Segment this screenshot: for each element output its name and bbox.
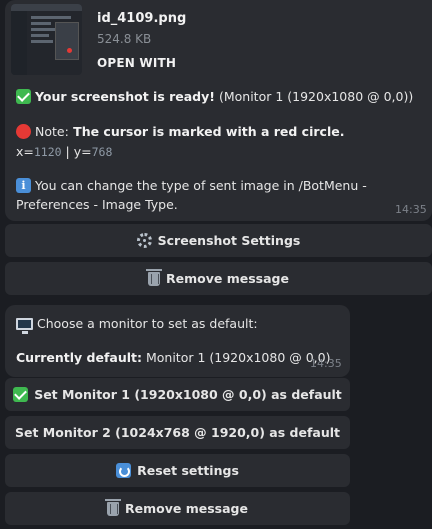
set-monitor-1-button[interactable]: Set Monitor 1 (1920x1080 @ 0,0) as defau… bbox=[5, 378, 350, 411]
monitor-icon bbox=[16, 318, 33, 334]
remove-message-button[interactable]: Remove message bbox=[5, 262, 432, 295]
choose-monitor-text: Choose a monitor to set as default: bbox=[37, 316, 258, 331]
check-mark-icon bbox=[16, 89, 31, 104]
current-default-label: Currently default: bbox=[16, 350, 142, 365]
info-icon bbox=[16, 178, 31, 193]
monitor-choice-message: Choose a monitor to set as default: Curr… bbox=[5, 305, 350, 377]
message-time: 14:35 bbox=[395, 203, 427, 216]
current-default-line: Currently default: Monitor 1 (1920x1080 … bbox=[16, 350, 331, 365]
ready-text: Your screenshot is ready! bbox=[35, 89, 215, 104]
screenshot-message: id_4109.png 524.8 KB OPEN WITH Your scre… bbox=[5, 0, 432, 221]
info-text-2: Preferences - Image Type. bbox=[16, 197, 178, 212]
screenshot-settings-button[interactable]: Screenshot Settings bbox=[5, 224, 432, 257]
current-default-value: Monitor 1 (1920x1080 @ 0,0) bbox=[142, 350, 331, 365]
y-value[interactable]: 768 bbox=[92, 145, 113, 159]
y-label: y= bbox=[73, 144, 92, 159]
x-value[interactable]: 1120 bbox=[34, 145, 62, 159]
set-monitor-1-label: Set Monitor 1 (1920x1080 @ 0,0) as defau… bbox=[34, 387, 342, 402]
file-name[interactable]: id_4109.png bbox=[97, 11, 186, 26]
info-text-1: You can change the type of sent image in… bbox=[35, 178, 367, 193]
reset-settings-label: Reset settings bbox=[137, 463, 239, 478]
info-line: You can change the type of sent image in… bbox=[16, 178, 367, 193]
remove-message-button-2[interactable]: Remove message bbox=[5, 492, 350, 525]
note-line: Note: The cursor is marked with a red ci… bbox=[16, 124, 344, 139]
check-mark-icon bbox=[13, 387, 29, 402]
info-line-2: Preferences - Image Type. bbox=[16, 197, 178, 212]
note-text: The cursor is marked with a red circle. bbox=[68, 124, 345, 139]
open-with-link[interactable]: OPEN WITH bbox=[97, 56, 176, 70]
reset-settings-button[interactable]: Reset settings bbox=[5, 454, 350, 487]
remove-message-label-2: Remove message bbox=[125, 501, 248, 516]
red-circle-icon bbox=[16, 124, 31, 139]
file-size: 524.8 KB bbox=[97, 32, 152, 46]
reset-icon bbox=[116, 463, 132, 478]
gear-icon bbox=[136, 233, 152, 248]
remove-message-label: Remove message bbox=[166, 271, 289, 286]
set-monitor-2-button[interactable]: Set Monitor 2 (1024x768 @ 1920,0) as def… bbox=[5, 416, 350, 449]
coord-separator: | bbox=[61, 144, 74, 159]
cursor-coords: x=1120 | y=768 bbox=[16, 144, 112, 159]
ready-line: Your screenshot is ready! (Monitor 1 (19… bbox=[16, 89, 413, 104]
ready-monitor-text: (Monitor 1 (1920x1080 @ 0,0)) bbox=[214, 89, 414, 104]
note-label: Note: bbox=[35, 124, 69, 139]
screenshot-thumbnail[interactable] bbox=[11, 4, 82, 75]
choose-monitor-line: Choose a monitor to set as default: bbox=[16, 316, 258, 334]
x-label: x= bbox=[16, 144, 34, 159]
trash-icon bbox=[146, 268, 163, 286]
screenshot-settings-label: Screenshot Settings bbox=[157, 233, 301, 248]
trash-icon bbox=[105, 498, 122, 516]
set-monitor-2-label: Set Monitor 2 (1024x768 @ 1920,0) as def… bbox=[15, 425, 340, 440]
message-time: 14:35 bbox=[310, 357, 342, 370]
